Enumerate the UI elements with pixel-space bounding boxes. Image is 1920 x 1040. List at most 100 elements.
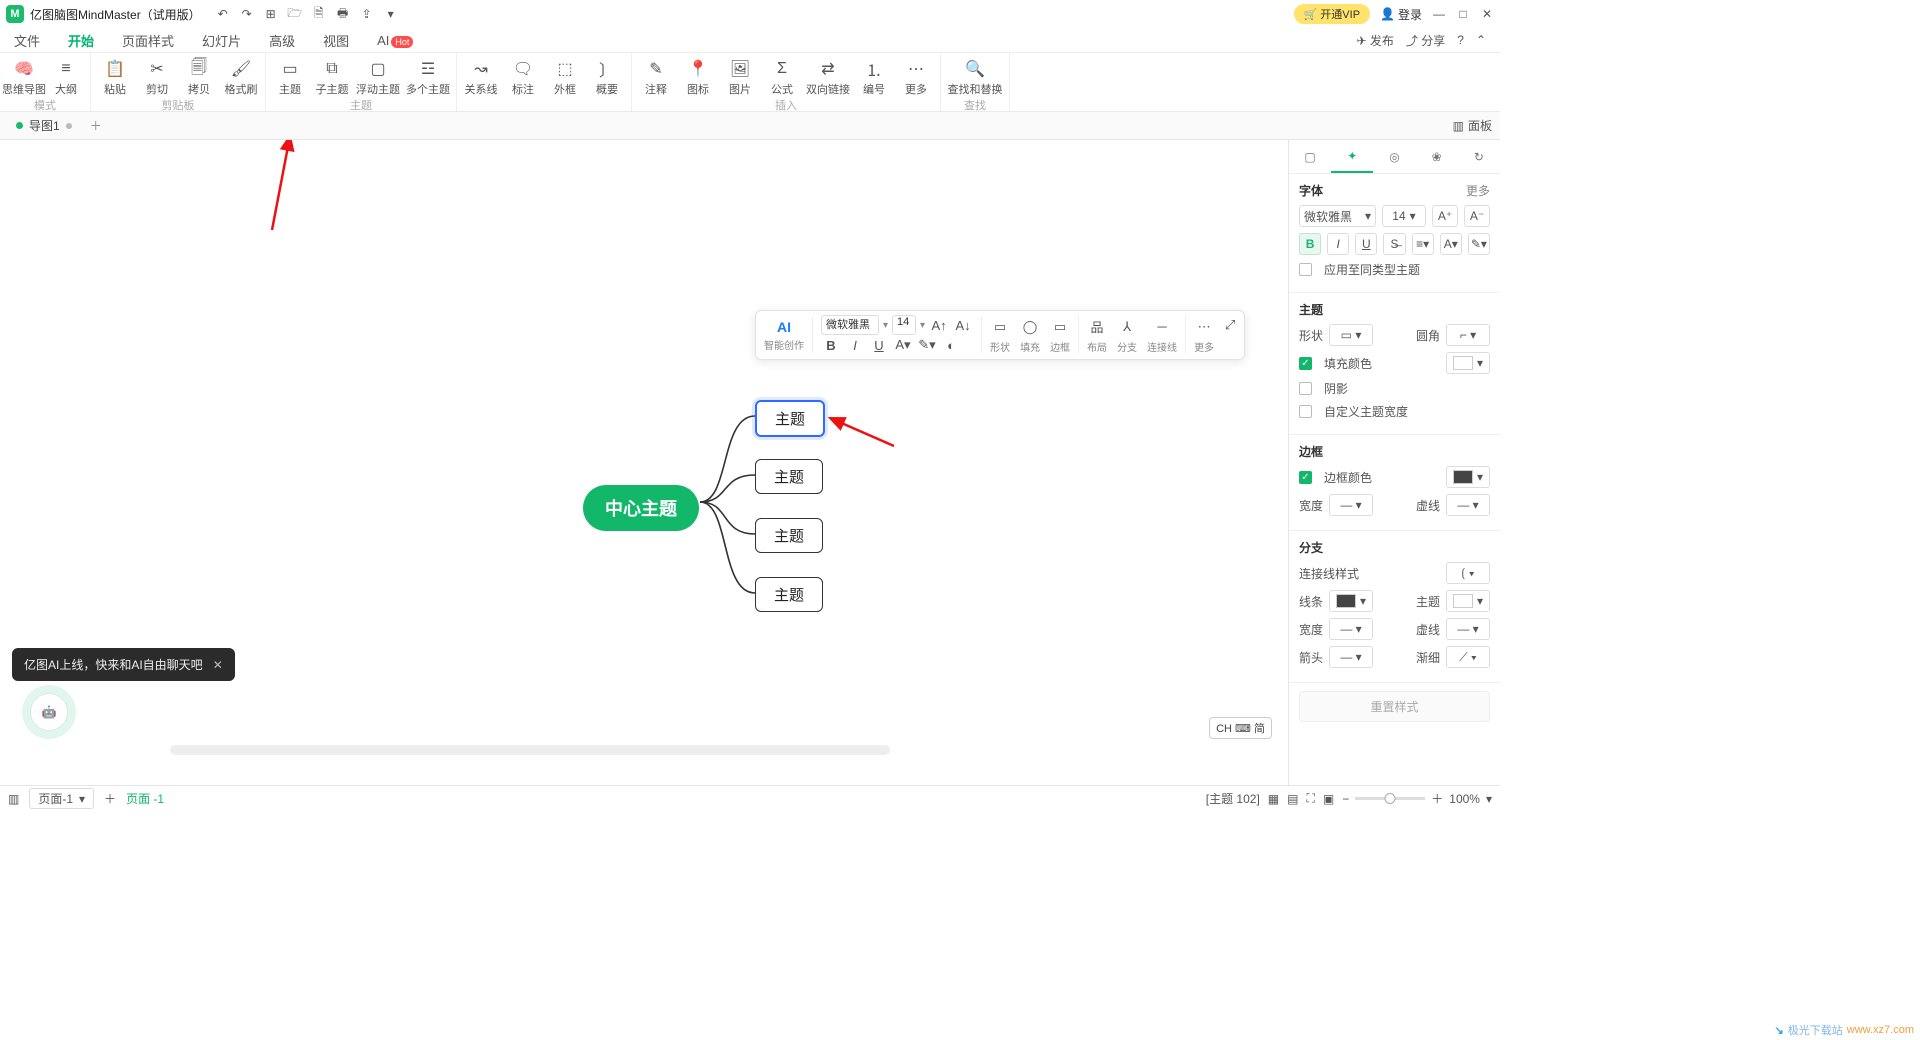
page-selector[interactable]: 页面-1▾ <box>29 788 94 809</box>
rp-tab-style[interactable]: ✦ <box>1331 140 1373 173</box>
rp-branch-theme[interactable]: ▾ <box>1446 590 1490 612</box>
font-decrease-button[interactable]: A↓ <box>953 315 973 335</box>
fmt-more[interactable]: ⋯更多 <box>1190 315 1218 355</box>
rp-tab-icon[interactable]: ◎ <box>1373 140 1415 173</box>
export-icon[interactable]: ⇪ <box>359 7 375 21</box>
floating-topic-button[interactable]: ▢浮动主题 <box>354 55 402 97</box>
rp-italic[interactable]: I <box>1327 233 1349 255</box>
horizontal-scrollbar[interactable] <box>170 745 890 755</box>
icon-button[interactable]: 📍图标 <box>678 55 718 97</box>
fmt-branch[interactable]: ⅄分支 <box>1113 315 1141 355</box>
toast-close-button[interactable]: ✕ <box>213 658 223 672</box>
topic-node-1[interactable]: 主题 <box>755 400 825 437</box>
topic-button[interactable]: ▭主题 <box>270 55 310 97</box>
outline-button[interactable]: ≡大纲 <box>46 55 86 97</box>
add-tab-button[interactable]: ＋ <box>90 117 102 134</box>
more-insert-button[interactable]: ⋯更多 <box>896 55 936 97</box>
rp-font-size[interactable]: 14 ▾ <box>1382 205 1426 227</box>
rp-highlight[interactable]: ✎▾ <box>1468 233 1490 255</box>
fmt-layout[interactable]: 品布局 <box>1083 315 1111 355</box>
rp-connector-style[interactable]: ⟮ ▾ <box>1446 562 1490 584</box>
menu-page-style[interactable]: 页面样式 <box>122 31 174 50</box>
add-page-button[interactable]: ＋ <box>104 790 116 807</box>
subtopic-button[interactable]: ⧉子主题 <box>312 55 352 97</box>
rp-font-decrease[interactable]: A⁻ <box>1464 205 1490 227</box>
rp-fill-color[interactable]: ▾ <box>1446 352 1490 374</box>
rp-custom-width-check[interactable] <box>1299 405 1312 418</box>
summary-button[interactable]: 〕概要 <box>587 55 627 97</box>
menu-file[interactable]: 文件 <box>14 31 40 50</box>
export-dropdown-icon[interactable]: ▾ <box>383 7 399 21</box>
callout-button[interactable]: 🗨标注 <box>503 55 543 97</box>
topic-node-3[interactable]: 主题 <box>755 518 823 553</box>
print-icon[interactable]: 🖶 <box>335 4 351 25</box>
rp-align[interactable]: ≡▾ <box>1412 233 1434 255</box>
center-topic-node[interactable]: 中心主题 <box>583 485 699 531</box>
rp-apply-same-check[interactable] <box>1299 263 1312 276</box>
menu-home[interactable]: 开始 <box>68 31 94 50</box>
maximize-button[interactable]: □ <box>1456 7 1470 21</box>
rp-radius-select[interactable]: ⌐ ▾ <box>1446 324 1490 346</box>
vip-button[interactable]: 🛒开通VIP <box>1294 4 1370 24</box>
menu-slideshow[interactable]: 幻灯片 <box>202 31 241 50</box>
rp-border-width[interactable]: — ▾ <box>1329 494 1373 516</box>
rp-branch-dash[interactable]: — ▾ <box>1446 618 1490 640</box>
rp-strike[interactable]: S̶ <box>1383 233 1405 255</box>
fmt-shape[interactable]: ▭形状 <box>986 315 1014 355</box>
italic-button[interactable]: I <box>845 335 865 355</box>
ai-chat-button[interactable]: 🤖 <box>30 693 68 731</box>
rp-branch-arrow[interactable]: — ▾ <box>1329 646 1373 668</box>
new-icon[interactable]: ⊞ <box>263 7 279 21</box>
redo-icon[interactable]: ↷ <box>239 7 255 21</box>
menu-advanced[interactable]: 高级 <box>269 31 295 50</box>
rp-tab-page[interactable]: ▢ <box>1289 140 1331 173</box>
publish-button[interactable]: ✈ 发布 <box>1356 32 1393 49</box>
share-button[interactable]: ⤴ 分享 <box>1406 32 1445 49</box>
zoom-in-button[interactable]: ＋ <box>1431 790 1443 807</box>
find-replace-button[interactable]: 🔍查找和替换 <box>945 55 1005 97</box>
copy-button[interactable]: 🗐拷贝 <box>179 55 219 97</box>
pin-icon[interactable]: ⤢ <box>1220 315 1240 335</box>
chevron-down-icon[interactable]: ▾ <box>883 320 888 331</box>
bold-button[interactable]: B <box>821 335 841 355</box>
ime-indicator[interactable]: CH ⌨ 简 <box>1209 717 1272 739</box>
menu-ai[interactable]: AIHot <box>377 33 413 48</box>
rp-font-family[interactable]: 微软雅黑▾ <box>1299 205 1376 227</box>
document-tab[interactable]: 导图1 <box>8 117 80 134</box>
bilink-button[interactable]: ⇄双向链接 <box>804 55 852 97</box>
rp-shadow-check[interactable] <box>1299 382 1312 395</box>
image-button[interactable]: 🖼图片 <box>720 55 760 97</box>
save-icon[interactable]: 🗎 <box>311 4 327 25</box>
cut-button[interactable]: ✂剪切 <box>137 55 177 97</box>
rp-tab-clipart[interactable]: ❀ <box>1416 140 1458 173</box>
login-button[interactable]: 👤登录 <box>1380 6 1422 23</box>
rp-line-color[interactable]: ▾ <box>1329 590 1373 612</box>
panel-toggle-label[interactable]: 面板 <box>1468 117 1492 134</box>
zoom-out-button[interactable]: − <box>1342 792 1349 806</box>
fmt-fill[interactable]: ◯填充 <box>1016 315 1044 355</box>
rp-fill-check[interactable]: ✓ <box>1299 357 1312 370</box>
rp-tab-history[interactable]: ↻ <box>1458 140 1500 173</box>
collapse-ribbon-icon[interactable]: ⌃ <box>1476 33 1486 47</box>
rp-font-increase[interactable]: A⁺ <box>1432 205 1458 227</box>
underline-button[interactable]: U <box>869 335 889 355</box>
canvas[interactable]: 中心主题 主题 主题 主题 主题 AI智能创作 微软雅黑▾ 14▾ A↑ A↓ … <box>0 140 1288 785</box>
clear-format-button[interactable]: ◐ <box>941 335 961 355</box>
rp-branch-width[interactable]: — ▾ <box>1329 618 1373 640</box>
formula-button[interactable]: Σ公式 <box>762 55 802 97</box>
view-mode-1-icon[interactable]: ▦ <box>1268 792 1279 806</box>
mindmap-button[interactable]: 🧠思维导图 <box>4 55 44 97</box>
reset-style-button[interactable]: 重置样式 <box>1299 691 1490 722</box>
fmt-border[interactable]: ▭边框 <box>1046 315 1074 355</box>
help-icon[interactable]: ? <box>1457 33 1464 47</box>
rp-bold[interactable]: B <box>1299 233 1321 255</box>
fmt-ai[interactable]: AI智能创作 <box>760 315 808 355</box>
font-size-select[interactable]: 14 <box>892 315 916 335</box>
close-button[interactable]: ✕ <box>1480 7 1494 21</box>
zoom-slider[interactable] <box>1355 797 1425 800</box>
chevron-down-icon[interactable]: ▾ <box>920 320 925 331</box>
view-mode-2-icon[interactable]: ▤ <box>1287 792 1298 806</box>
multi-topic-button[interactable]: ☲多个主题 <box>404 55 452 97</box>
relationship-button[interactable]: ↝关系线 <box>461 55 501 97</box>
rp-border-color-select[interactable]: ▾ <box>1446 466 1490 488</box>
